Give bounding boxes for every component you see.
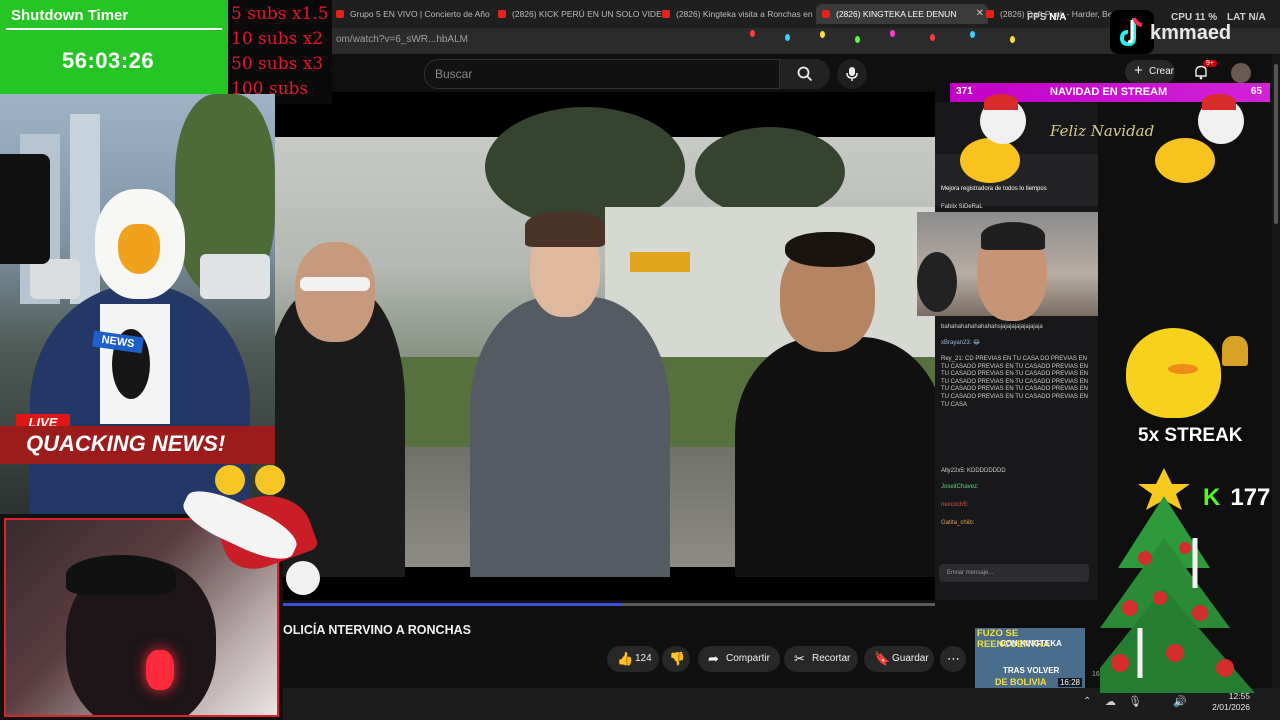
search-button[interactable] (780, 59, 830, 89)
voice-search-button[interactable] (837, 59, 867, 89)
scissors-icon: ✂ (794, 651, 805, 666)
video-frame (275, 107, 935, 577)
browser-tab[interactable]: (2826) KICK PERÚ EN UN SOLO VIDE (492, 4, 664, 24)
like-button[interactable]: 👍 124 (607, 646, 659, 672)
search-icon (797, 66, 813, 82)
plus-icon: + (1134, 62, 1143, 79)
youtube-favicon-icon (986, 10, 994, 18)
quacking-news-banner: QUACKING NEWS! (0, 426, 275, 464)
streak-counter: 5x STREAK (1138, 425, 1243, 446)
fps-stat: FPS N/A (1027, 12, 1067, 23)
timer-label: Shutdown Timer (11, 7, 129, 24)
account-avatar[interactable] (1231, 63, 1251, 83)
video-duration: 16:28 (1057, 678, 1082, 687)
share-button[interactable]: ➦ Compartir (698, 646, 780, 672)
video-progress-bar[interactable] (283, 603, 935, 606)
more-options-button[interactable]: ⋯ (940, 646, 966, 672)
browser-tab[interactable]: Grupo 5 EN VIVO | Concierto de Año (330, 4, 502, 24)
search-input[interactable]: Buscar (424, 59, 780, 89)
browser-tab[interactable]: (2826) Kingteka visita a Ronchas en (656, 4, 828, 24)
share-icon: ➦ (708, 651, 719, 666)
bookmark-icon: 🔖 (874, 651, 891, 666)
subs-goals-panel: 5 subs x1.5 10 subs x2 50 subs x3 100 su… (228, 0, 332, 119)
dislike-button[interactable]: 👎 (662, 646, 690, 672)
video-progress-played (283, 603, 623, 606)
notifications-badge: 9+ (1203, 60, 1217, 67)
duck-beak (118, 224, 160, 274)
clip-button[interactable]: ✂ Recortar (784, 646, 858, 672)
youtube-favicon-icon (822, 10, 830, 18)
create-button[interactable]: + Crear (1125, 60, 1175, 84)
christmas-tree-icon (1100, 468, 1255, 693)
url-text[interactable]: om/watch?v=6_sWR...hbALM (336, 34, 468, 45)
youtube-favicon-icon (336, 10, 344, 18)
youtube-favicon-icon (662, 10, 670, 18)
youtube-favicon-icon (498, 10, 506, 18)
video-player[interactable] (275, 92, 935, 600)
page-scrollbar[interactable] (1272, 54, 1280, 688)
microphone-icon (846, 67, 858, 81)
santa-hat-decoration (177, 465, 320, 595)
browser-tab-active[interactable]: (2826) KINGTEKA LEE DENUN ✕ (816, 4, 988, 24)
search-placeholder: Buscar (435, 67, 473, 81)
more-dots-icon: ⋯ (947, 651, 960, 666)
related-video-thumbnail[interactable]: FUZO SE REENCUENTRA CON KINGTEKA TRAS VO… (975, 628, 1085, 690)
tiktok-logo-icon (1110, 10, 1154, 54)
thumbs-down-icon: 👎 (669, 651, 686, 666)
video-title: OLICÍA NTERVINO A RONCHAS (283, 623, 471, 637)
christmas-ducks-decoration: Feliz Navidad (940, 94, 1260, 198)
timer-value: 56:03:26 (62, 48, 155, 73)
brand-watermark: kmmaed (1150, 22, 1232, 44)
latency-stat: LAT N/A (1227, 12, 1266, 23)
duck-bell-icon (1126, 328, 1256, 423)
shutdown-timer-panel: Shutdown Timer 56:03:26 (0, 0, 228, 94)
thumbs-up-icon: 👍 (617, 651, 634, 666)
guest-webcam (917, 212, 1098, 321)
chat-message-input[interactable]: Enviar mensaje... (939, 564, 1089, 582)
save-button[interactable]: 🔖 Guardar (864, 646, 934, 672)
tray-chevron-icon[interactable]: ⌃ (1083, 696, 1091, 707)
